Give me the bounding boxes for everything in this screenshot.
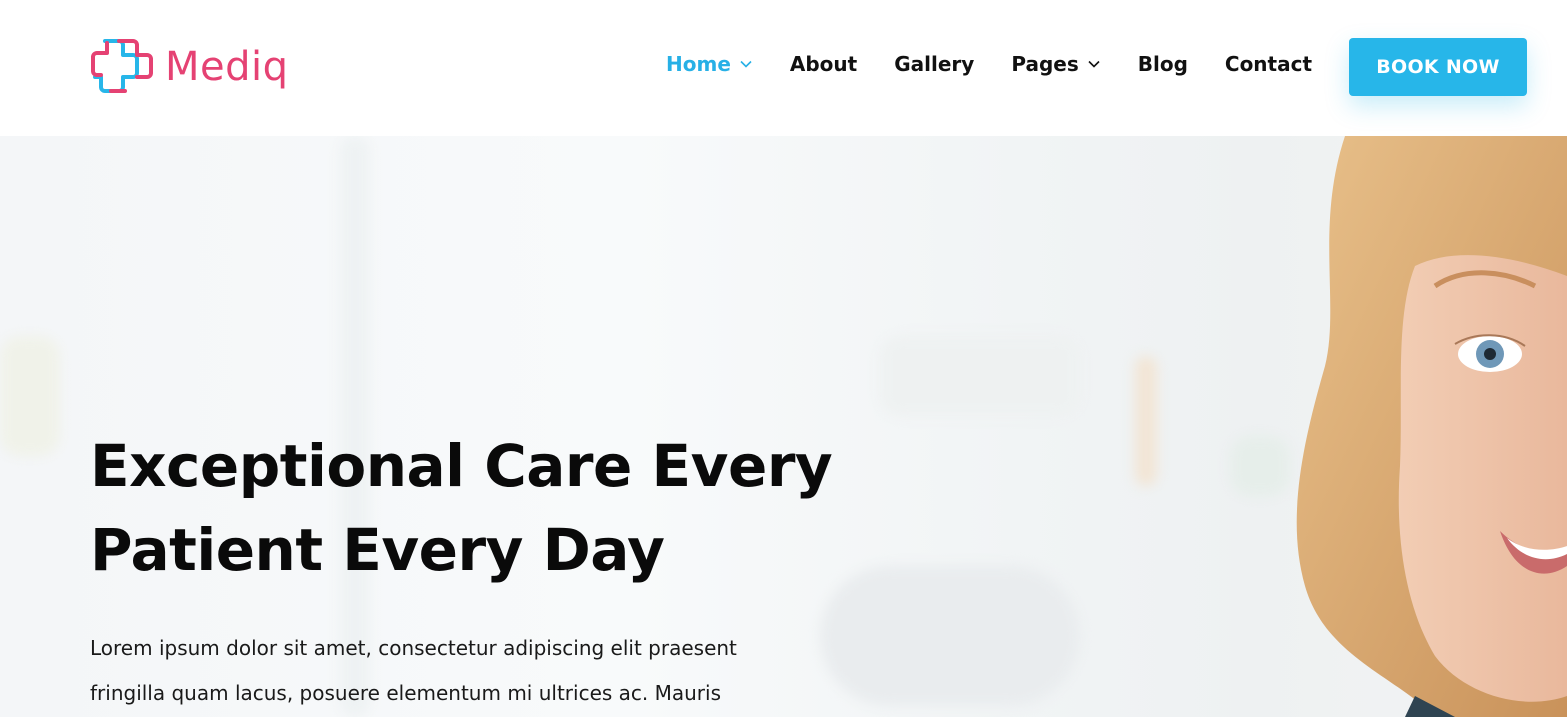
background-blur-shape — [880, 336, 1080, 416]
nav-item-about[interactable]: About — [790, 52, 857, 76]
smiling-woman-portrait — [1296, 136, 1567, 717]
hero-title: Exceptional Care Every Patient Every Day — [90, 424, 850, 592]
brand-name: Mediq — [165, 44, 289, 90]
hero-section: Exceptional Care Every Patient Every Day… — [0, 136, 1567, 717]
chevron-down-icon — [1088, 60, 1100, 68]
nav-item-label: Pages — [1011, 52, 1079, 76]
nav-item-contact[interactable]: Contact — [1225, 52, 1312, 76]
background-blur-shape — [1230, 436, 1290, 496]
nav-item-label: Home — [666, 52, 731, 76]
hero-description-line: fringilla quam lacus, posuere elementum … — [90, 681, 722, 705]
background-blur-shape — [0, 336, 60, 456]
nav-item-label: Gallery — [894, 52, 975, 76]
nav-item-pages[interactable]: Pages — [1011, 52, 1100, 76]
background-blur-shape — [1135, 356, 1157, 486]
brand-logo[interactable]: Mediq — [89, 35, 289, 99]
hero-title-line: Patient Every Day — [90, 516, 665, 584]
book-now-button[interactable]: BOOK NOW — [1349, 38, 1527, 96]
hero-title-line: Exceptional Care Every — [90, 432, 833, 500]
main-nav: Home About Gallery Pages Blog Contact — [666, 52, 1349, 76]
hero-description-line: Lorem ipsum dolor sit amet, consectetur … — [90, 636, 737, 660]
medical-cross-logo-icon — [91, 39, 153, 93]
site-header: Mediq Home About Gallery Pages Blog Cont… — [0, 0, 1567, 136]
nav-item-gallery[interactable]: Gallery — [894, 52, 974, 76]
hero-description: Lorem ipsum dolor sit amet, consectetur … — [90, 626, 810, 716]
chevron-down-icon — [740, 60, 752, 68]
nav-item-label: Contact — [1224, 52, 1313, 76]
background-blur-shape — [820, 566, 1080, 706]
nav-item-label: Blog — [1137, 52, 1188, 76]
nav-item-label: About — [789, 52, 858, 76]
nav-item-home[interactable]: Home — [666, 52, 753, 76]
nav-item-blog[interactable]: Blog — [1138, 52, 1188, 76]
